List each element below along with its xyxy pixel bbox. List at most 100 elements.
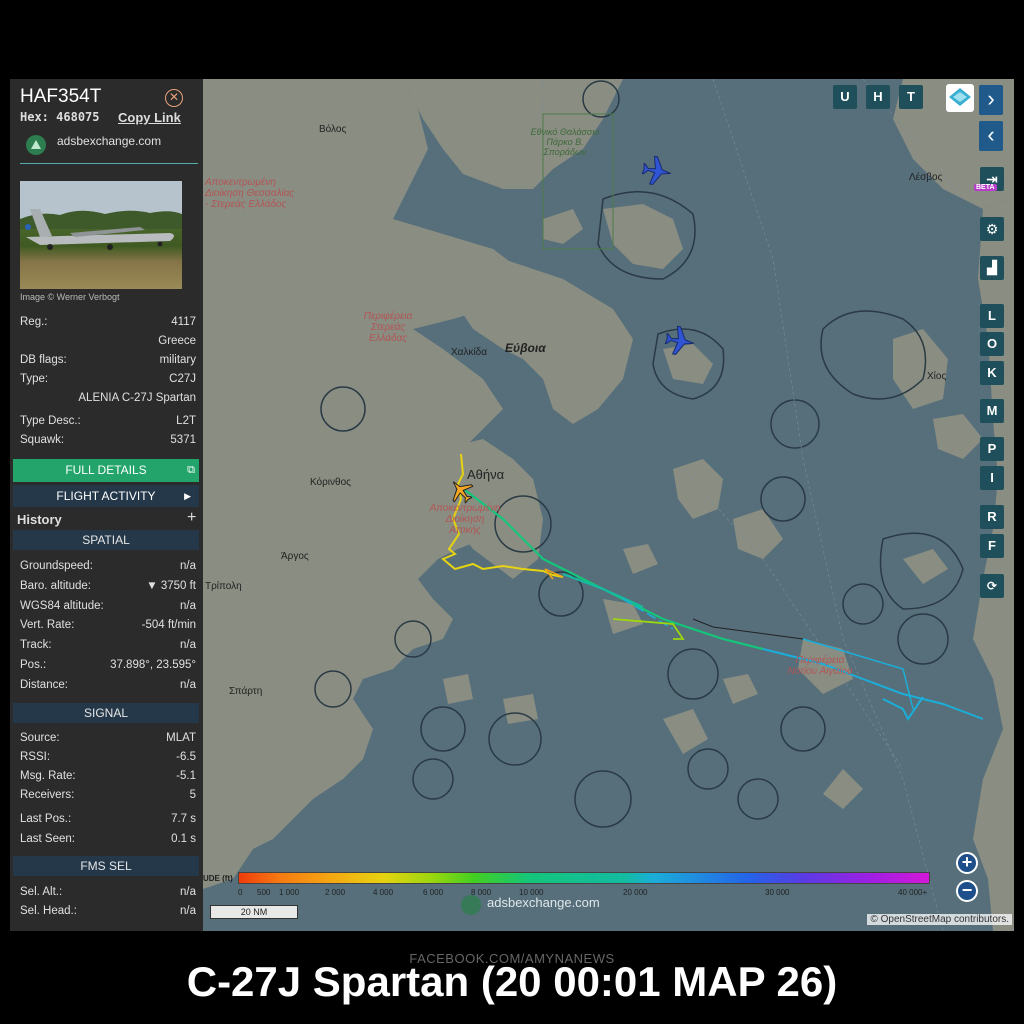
altitude-colorbar	[238, 872, 930, 884]
aircraft-photo[interactable]	[20, 181, 182, 289]
button-r[interactable]: R	[980, 505, 1004, 529]
map-label-athina: Αθήνα	[467, 467, 505, 482]
button-t[interactable]: T	[899, 85, 923, 109]
button-u[interactable]: U	[833, 85, 857, 109]
copy-link-button[interactable]: Copy Link	[118, 110, 181, 125]
map-label-park: Εθνικό Θαλάσσιο Πάρκο Β. Σποράδων	[530, 127, 600, 157]
altitude-tick-label: 0	[238, 888, 243, 897]
button-f[interactable]: F	[980, 534, 1004, 558]
info-value: n/a	[180, 679, 196, 691]
info-key: Last Seen:	[20, 833, 75, 845]
layers-icon	[949, 88, 971, 106]
button-p[interactable]: P	[980, 437, 1004, 461]
fms-header[interactable]: FMS SEL	[13, 856, 199, 876]
info-key: Last Pos.:	[20, 813, 72, 825]
history-heading[interactable]: History	[17, 512, 62, 527]
altitude-tick-label: 2 000	[325, 888, 346, 897]
chevron-right-icon[interactable]: ›	[979, 85, 1003, 115]
gear-icon[interactable]: ⚙	[980, 217, 1004, 241]
info-key: Msg. Rate:	[20, 770, 76, 782]
altitude-tick-label: 6 000	[423, 888, 444, 897]
button-o[interactable]: O	[980, 332, 1004, 356]
info-key: Pos.:	[20, 659, 47, 671]
close-icon[interactable]: ✕	[165, 89, 183, 107]
stats-icon[interactable]: ▟	[980, 256, 1004, 280]
info-value: C27J	[169, 373, 196, 385]
map-label-sparti: Σπάρτη	[229, 686, 263, 697]
caption: C-27J Spartan (20 00:01 MAP 26)	[186, 958, 838, 1005]
map-attribution[interactable]: © OpenStreetMap contributors.	[867, 914, 1012, 925]
info-value: 37.898°, 23.595°	[110, 659, 196, 671]
info-value: ALENIA C-27J Spartan	[78, 392, 196, 404]
info-key: Receivers:	[20, 789, 75, 801]
info-value: n/a	[180, 639, 196, 651]
info-value: 5371	[170, 434, 196, 446]
external-link-icon: ⧉	[187, 464, 195, 476]
watermark-logo-icon	[461, 895, 481, 915]
info-value: -5.1	[176, 770, 196, 782]
info-value: MLAT	[166, 732, 196, 744]
button-k[interactable]: K	[980, 361, 1004, 385]
map-label-chalkida: Χαλκίδα	[451, 347, 488, 358]
map-label-region-sterea: Περιφέρεια Στερεάς Ελλάδας	[363, 311, 413, 344]
info-key: Groundspeed:	[20, 560, 93, 572]
watermark: adsbexchange.com	[487, 895, 600, 910]
map-label-argos: Άργος	[281, 551, 309, 562]
info-key: RSSI:	[20, 751, 51, 763]
button-m[interactable]: M	[980, 399, 1004, 423]
map-label-evia: Εύβοια	[505, 341, 546, 355]
full-details-label: FULL DETAILS	[65, 463, 147, 477]
info-value: n/a	[180, 560, 196, 572]
aircraft-icon	[641, 155, 671, 185]
replay-icon[interactable]: ⟳	[980, 574, 1004, 598]
info-value: L2T	[176, 415, 196, 427]
map-label-chios: Χίος	[927, 371, 947, 382]
info-value: 4117	[171, 316, 196, 328]
info-value: 5	[189, 789, 196, 801]
button-i[interactable]: I	[980, 466, 1004, 490]
info-key: Track:	[20, 639, 52, 651]
chevron-right-icon: ▶	[184, 491, 191, 501]
image-credit: Image © Werner Verbogt	[20, 292, 120, 302]
map-label-region-south-aegean: Περιφέρεια Νοτίου Αιγαίου	[787, 655, 853, 677]
map-label-korinthos: Κόρινθος	[310, 477, 351, 488]
info-key: WGS84 altitude:	[20, 600, 104, 612]
layers-button[interactable]	[946, 84, 974, 112]
info-key: Sel. Alt.:	[20, 886, 63, 898]
info-key: Reg.:	[20, 316, 48, 328]
altitude-tick-label: 4 000	[373, 888, 394, 897]
spatial-header[interactable]: SPATIAL	[13, 530, 199, 550]
button-h[interactable]: H	[866, 85, 890, 109]
hex-label: Hex:	[20, 110, 49, 124]
full-details-button[interactable]: FULL DETAILS ⧉	[13, 459, 199, 482]
info-key: DB flags:	[20, 354, 67, 366]
info-value: n/a	[180, 600, 196, 612]
flight-activity-label: FLIGHT ACTIVITY	[56, 489, 156, 503]
info-value: n/a	[180, 886, 196, 898]
aircraft-info-panel: HAF354T ✕ Hex: 468075 Copy Link adsbexch…	[10, 79, 203, 931]
info-key: Type Desc.:	[20, 415, 81, 427]
info-value: -6.5	[176, 751, 196, 763]
altitude-legend-label: UDE (ft)	[203, 874, 233, 883]
altitude-tick-label: 20 000	[623, 888, 648, 897]
map-view[interactable]: Βόλος Εθνικό Θαλάσσιο Πάρκο Β. Σποράδων …	[203, 79, 1014, 931]
zoom-in-button[interactable]: +	[956, 852, 978, 874]
altitude-tick-label: 1 000	[279, 888, 300, 897]
signal-header[interactable]: SIGNAL	[13, 703, 199, 723]
button-l[interactable]: L	[980, 304, 1004, 328]
info-value: 7.7 s	[171, 813, 196, 825]
flight-activity-button[interactable]: FLIGHT ACTIVITY ▶	[13, 485, 199, 507]
altitude-tick-label: 40 000+	[898, 888, 928, 897]
map-label-tripoli: Τρίπολη	[205, 581, 242, 592]
scale-bar: 20 NM	[210, 905, 298, 919]
info-value: -504 ft/min	[141, 619, 196, 631]
hex-row: Hex: 468075	[20, 110, 100, 124]
expand-history-icon[interactable]: +	[187, 509, 196, 527]
info-key: Type:	[20, 373, 49, 385]
info-key: Distance:	[20, 679, 68, 691]
source-name[interactable]: adsbexchange.com	[57, 134, 161, 148]
chevron-left-icon[interactable]: ‹	[979, 121, 1003, 151]
callsign-title: HAF354T	[20, 86, 102, 107]
zoom-out-button[interactable]: −	[956, 880, 978, 902]
info-key: Vert. Rate:	[20, 619, 75, 631]
